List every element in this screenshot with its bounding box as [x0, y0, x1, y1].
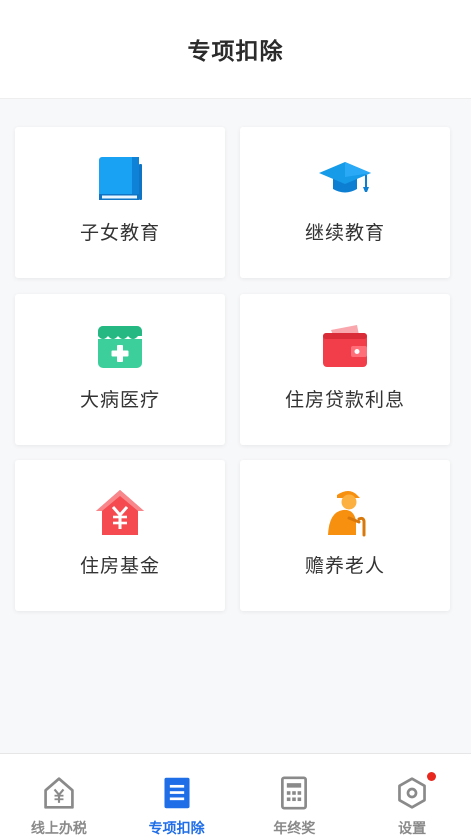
tab-year-end-bonus[interactable]: 年终奖 — [236, 754, 354, 838]
house-yuan-outline-icon — [44, 777, 74, 809]
page-title: 专项扣除 — [187, 39, 284, 65]
card-children-education[interactable]: 子女教育 — [15, 127, 225, 278]
tab-label: 专项扣除 — [148, 821, 205, 837]
tab-label: 年终奖 — [273, 821, 316, 837]
card-label: 继续教育 — [304, 222, 385, 244]
card-label: 赡养老人 — [304, 555, 385, 577]
card-label: 住房贷款利息 — [284, 389, 405, 411]
card-housing-loan-interest[interactable]: 住房贷款利息 — [240, 294, 450, 445]
tab-label: 设置 — [398, 821, 427, 837]
tab-label: 线上办税 — [30, 821, 87, 837]
calculator-icon — [281, 776, 308, 810]
document-icon — [164, 777, 190, 809]
book-icon — [99, 157, 142, 200]
card-label: 住房基金 — [79, 555, 160, 577]
card-housing-fund[interactable]: 住房基金 — [15, 460, 225, 611]
house-yuan-icon — [96, 490, 144, 535]
medical-box-icon — [98, 326, 142, 368]
bottom-tab-bar: 线上办税 专项扣除 年终奖 设置 — [0, 753, 471, 838]
card-label: 子女教育 — [79, 222, 160, 244]
graduation-cap-icon — [319, 162, 371, 193]
tab-online-tax[interactable]: 线上办税 — [0, 754, 118, 838]
settings-hexagon-icon — [398, 777, 426, 809]
tab-special-deduction[interactable]: 专项扣除 — [118, 754, 236, 838]
card-serious-illness-medical[interactable]: 大病医疗 — [15, 294, 225, 445]
card-elderly-support[interactable]: 赡养老人 — [240, 460, 450, 611]
tab-settings[interactable]: 设置 — [353, 754, 471, 838]
card-label: 大病医疗 — [79, 389, 160, 411]
card-continuing-education[interactable]: 继续教育 — [240, 127, 450, 278]
header: 专项扣除 — [0, 0, 471, 99]
wallet-icon — [323, 325, 367, 367]
notification-badge — [427, 772, 437, 781]
elderly-person-icon — [328, 491, 366, 537]
